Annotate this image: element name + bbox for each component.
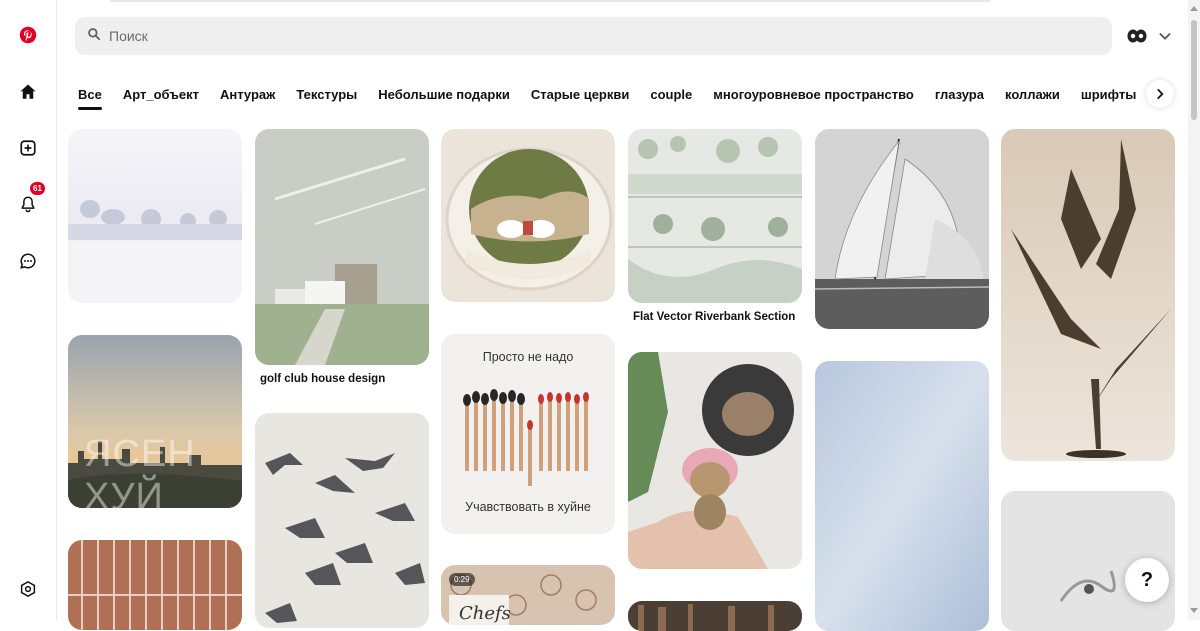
search-input[interactable] [107, 27, 1011, 45]
tab-entourage[interactable]: Антураж [220, 82, 275, 109]
tab-art-object[interactable]: Арт_объект [123, 82, 199, 109]
pin-matches[interactable]: Просто не надо Учавствовать в хуйне [441, 334, 615, 534]
pin-cake[interactable] [441, 129, 615, 302]
tab-multilevel-space[interactable]: многоуровневое пространство [713, 82, 914, 109]
pin-sailboat[interactable] [815, 129, 989, 329]
plus-square-icon[interactable] [12, 132, 44, 164]
scroll-down-arrow-icon[interactable] [1190, 608, 1198, 613]
browser-top-line [110, 0, 990, 2]
chefs-sign-text: Chefs [459, 603, 511, 624]
chat-bubble-icon[interactable] [12, 245, 44, 277]
help-button[interactable]: ? [1125, 558, 1169, 602]
pin-watercolor-texture[interactable] [815, 361, 989, 631]
page-scrollbar[interactable] [1188, 0, 1200, 620]
tab-all[interactable]: Все [78, 82, 102, 110]
pin-brick-wall[interactable] [68, 540, 242, 630]
tab-klauzura[interactable]: глазура [935, 82, 984, 109]
tab-fonts[interactable]: шрифты [1081, 82, 1136, 109]
tabs-next-button[interactable] [1146, 80, 1174, 108]
matches-bottom-text: Учавствовать в хуйне [465, 500, 591, 514]
tab-old-churches[interactable]: Старые церкви [531, 82, 630, 109]
pin-cat-figurine[interactable] [628, 352, 802, 569]
tab-small-gifts[interactable]: Небольшие подарки [378, 82, 510, 109]
city-overlay-text: ЯСЕН ХУЙ [84, 433, 196, 508]
pin-bookshelf[interactable] [628, 601, 802, 631]
chevron-right-icon [1157, 89, 1164, 99]
pinterest-logo-icon[interactable] [12, 19, 44, 51]
board-tabs: Все Арт_объект Антураж Текстуры Небольшие по… [78, 82, 1140, 112]
home-icon[interactable] [12, 76, 44, 108]
notification-badge: 61 [30, 182, 45, 195]
pin-golf-club[interactable] [255, 129, 429, 365]
chevron-down-icon[interactable] [1157, 28, 1173, 49]
pin-caption-riverbank[interactable]: Flat Vector Riverbank Section [633, 311, 795, 323]
avatar[interactable] [1126, 25, 1148, 47]
settings-hexagon-icon[interactable] [12, 573, 44, 605]
pin-caption-golf[interactable]: golf club house design [260, 373, 385, 385]
left-sidebar: 61 [0, 0, 57, 620]
matches-top-text: Просто не надо [482, 350, 574, 364]
tab-couple[interactable]: couple [650, 82, 692, 109]
scroll-up-arrow-icon[interactable] [1190, 6, 1198, 11]
pin-city-sunset[interactable]: ЯСЕН ХУЙ [68, 335, 242, 508]
bell-icon[interactable]: 61 [12, 182, 45, 220]
tab-textures[interactable]: Текстуры [296, 82, 357, 109]
search-icon [75, 27, 101, 46]
pin-birds-drawing[interactable] [255, 413, 429, 628]
pin-bird-sculpture[interactable] [1001, 129, 1175, 461]
pin-misty-trees[interactable] [68, 129, 242, 303]
video-duration: 0:29 [449, 573, 475, 586]
tab-collages[interactable]: коллажи [1005, 82, 1060, 109]
search-bar[interactable] [75, 17, 1112, 55]
pin-riverbank[interactable] [628, 129, 802, 303]
scroll-thumb[interactable] [1191, 20, 1197, 120]
